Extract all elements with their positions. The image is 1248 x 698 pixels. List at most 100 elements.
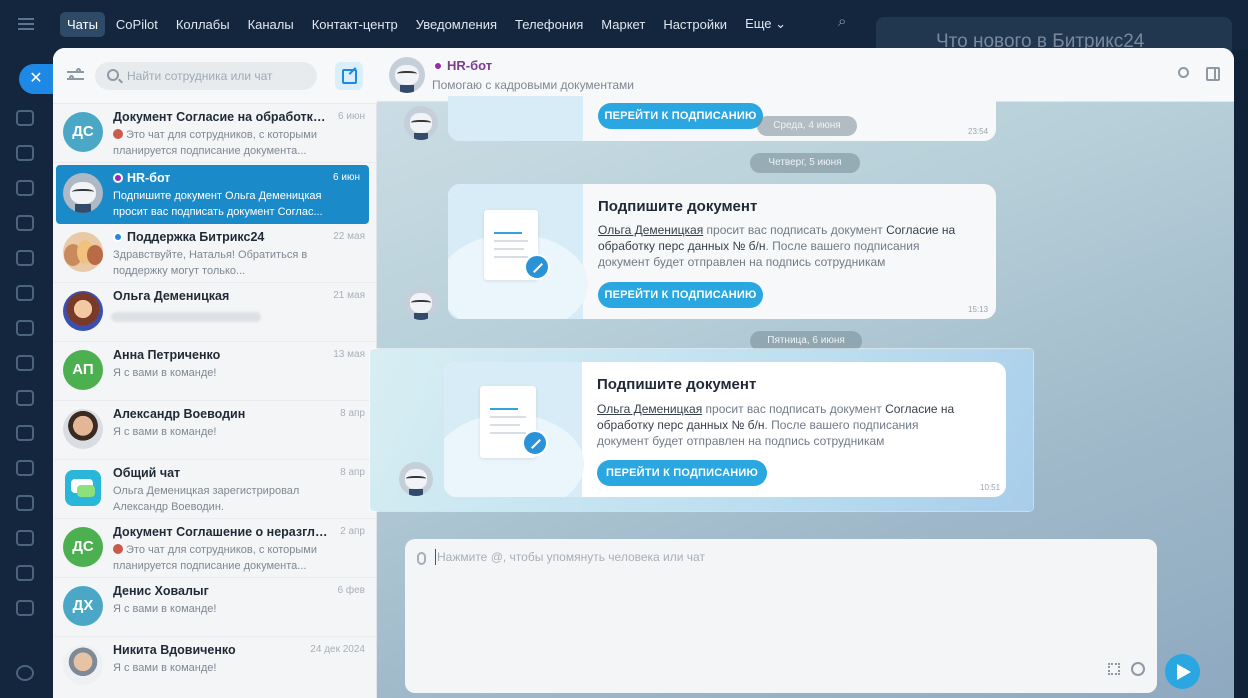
chat-date: 6 июн bbox=[333, 172, 360, 183]
nav-notifications[interactable]: Уведомления bbox=[409, 12, 504, 37]
message-text: Ольга Деменицкая просит вас подписать до… bbox=[597, 401, 972, 449]
chat-name: Денис Ховалыг bbox=[113, 584, 209, 598]
chat-preview: Это чат для сотрудников, с которыми план… bbox=[113, 543, 333, 574]
chat-icon[interactable] bbox=[16, 110, 34, 126]
message-title: Подпишите документ bbox=[598, 198, 758, 215]
messenger-window: Найти сотрудника или чат ДС Документ Сог… bbox=[53, 48, 1234, 698]
sender-avatar bbox=[113, 544, 123, 554]
sign-document-button[interactable]: ПЕРЕЙТИ К ПОДПИСАНИЮ bbox=[598, 103, 763, 129]
chat-name: Александр Воеводин bbox=[113, 407, 246, 421]
paperclip-icon[interactable] bbox=[417, 552, 426, 565]
nav-telephony[interactable]: Телефония bbox=[508, 12, 590, 37]
chat-list-item[interactable]: Никита Вдовиченко 24 дек 2024 Я с вами в… bbox=[53, 637, 377, 696]
cart-icon[interactable] bbox=[16, 600, 34, 616]
feed-icon[interactable] bbox=[16, 180, 34, 196]
chat-list-item-selected[interactable]: HR-бот 6 июн Подпишите документ Ольга Де… bbox=[56, 165, 369, 224]
sign-document-button[interactable]: ПЕРЕЙТИ К ПОДПИСАНИЮ bbox=[598, 282, 763, 308]
nav-copilot[interactable]: CoPilot bbox=[109, 12, 165, 37]
message-input[interactable]: Нажмите @, чтобы упомянуть человека или … bbox=[405, 539, 1157, 693]
message-illustration bbox=[444, 362, 584, 497]
chat-list-item[interactable]: Ольга Деменицкая 21 мая bbox=[53, 283, 377, 342]
company-icon[interactable] bbox=[16, 425, 34, 441]
sign-document-button[interactable]: ПЕРЕЙТИ К ПОДПИСАНИЮ bbox=[597, 460, 767, 486]
sites-icon[interactable] bbox=[16, 530, 34, 546]
message-card: Подпишите документ Ольга Деменицкая прос… bbox=[444, 362, 1006, 497]
chat-name: Поддержка Битрикс24 bbox=[113, 230, 328, 244]
forms-icon[interactable] bbox=[16, 495, 34, 511]
chat-list-item[interactable]: ДХ Денис Ховалыг 6 фев Я с вами в команд… bbox=[53, 578, 377, 637]
message-illustration bbox=[448, 96, 583, 141]
chat-preview-blurred bbox=[111, 312, 261, 322]
chat-search-input[interactable]: Найти сотрудника или чат bbox=[95, 62, 317, 90]
documents-icon[interactable] bbox=[16, 285, 34, 301]
contacts-icon[interactable] bbox=[16, 250, 34, 266]
chat-list-item[interactable]: Общий чат 8 апр Ольга Деменицкая зарегис… bbox=[53, 460, 377, 519]
avatar bbox=[65, 470, 101, 506]
message-text-part: просит вас подписать документ bbox=[702, 402, 886, 416]
chat-avatar[interactable] bbox=[389, 57, 425, 93]
groups-icon[interactable] bbox=[16, 390, 34, 406]
calendar-icon[interactable] bbox=[16, 215, 34, 231]
sidebar-toggle-icon[interactable] bbox=[1206, 67, 1220, 81]
date-divider: Среда, 4 июня bbox=[757, 116, 857, 136]
nav-collabs[interactable]: Коллабы bbox=[169, 12, 237, 37]
filter-icon[interactable] bbox=[67, 68, 84, 83]
bot-avatar bbox=[404, 106, 438, 140]
chat-name: HR-бот bbox=[113, 171, 328, 185]
message-illustration bbox=[448, 184, 588, 319]
crm-icon[interactable] bbox=[16, 320, 34, 336]
avatar bbox=[63, 291, 103, 331]
chat-preview-text: Это чат для сотрудников, с которыми план… bbox=[113, 544, 317, 572]
message-text-part: просит вас подписать документ bbox=[703, 223, 887, 237]
nav-market[interactable]: Маркет bbox=[594, 12, 652, 37]
avatar: ДХ bbox=[63, 586, 103, 626]
person-link[interactable]: Ольга Деменицкая bbox=[597, 402, 702, 416]
chat-name: Документ Соглашение о неразглаш... bbox=[113, 525, 328, 539]
chat-preview: Я с вами в команде! bbox=[113, 367, 217, 379]
nav-settings[interactable]: Настройки bbox=[656, 12, 734, 37]
chat-name: Общий чат bbox=[113, 466, 181, 480]
person-link[interactable]: Ольга Деменицкая bbox=[598, 223, 703, 237]
shop-icon[interactable] bbox=[16, 565, 34, 581]
chat-name: Анна Петриченко bbox=[113, 348, 221, 362]
mail-icon[interactable] bbox=[16, 355, 34, 371]
chat-date: 6 июн bbox=[338, 111, 365, 122]
chat-name-text: Поддержка Битрикс24 bbox=[127, 230, 265, 244]
settings-icon[interactable] bbox=[16, 665, 34, 681]
chat-preview: Ольга Деменицкая зарегистрировал Алексан… bbox=[113, 485, 300, 513]
tasks-icon[interactable] bbox=[16, 145, 34, 161]
search-icon[interactable]: ⌕ bbox=[838, 13, 846, 30]
send-button[interactable] bbox=[1165, 654, 1200, 689]
chat-list-item[interactable]: ДС Документ Соглашение о неразглаш... 2 … bbox=[53, 519, 377, 578]
search-icon[interactable] bbox=[1178, 67, 1189, 78]
chat-title-text: HR-бот bbox=[447, 58, 493, 73]
new-chat-button[interactable] bbox=[335, 62, 363, 90]
nav-chats[interactable]: Чаты bbox=[60, 11, 105, 37]
signature-icon bbox=[524, 254, 550, 280]
menu-icon[interactable] bbox=[18, 18, 34, 30]
chat-date: 8 апр bbox=[340, 408, 365, 419]
emoji-icon[interactable] bbox=[1131, 662, 1145, 676]
chat-preview: Это чат для сотрудников, с которыми план… bbox=[113, 128, 333, 159]
avatar: ДС bbox=[63, 527, 103, 567]
bot-badge-icon bbox=[433, 61, 443, 71]
chat-list-item[interactable]: АП Анна Петриченко 13 мая Я с вами в ком… bbox=[53, 342, 377, 401]
chat-list-item[interactable]: Поддержка Битрикс24 22 мая Здравствуйте,… bbox=[53, 224, 377, 283]
chat-preview: Здравствуйте, Наталья! Обратиться в подд… bbox=[113, 249, 308, 277]
chat-list-item[interactable]: Александр Воеводин 8 апр Я с вами в кома… bbox=[53, 401, 377, 460]
message-input-placeholder: Нажмите @, чтобы упомянуть человека или … bbox=[437, 550, 705, 564]
nav-contact-center[interactable]: Контакт-центр bbox=[305, 12, 405, 37]
nav-more[interactable]: Еще ⌄ bbox=[738, 11, 793, 37]
disk-icon[interactable] bbox=[16, 460, 34, 476]
chat-list-item[interactable]: ДС Документ Согласие на обработку п... 6… bbox=[53, 104, 377, 163]
chat-title[interactable]: HR-бот bbox=[433, 58, 492, 73]
close-messenger-button[interactable]: ✕ bbox=[19, 64, 53, 94]
nav-channels[interactable]: Каналы bbox=[241, 12, 301, 37]
chat-date: 21 мая bbox=[333, 290, 365, 301]
chat-date: 22 мая bbox=[333, 231, 365, 242]
nav-more-label: Еще bbox=[745, 16, 772, 31]
date-divider: Пятница, 6 июня bbox=[750, 331, 862, 351]
apps-icon[interactable] bbox=[1108, 663, 1120, 675]
support-badge-icon bbox=[113, 232, 123, 242]
chat-preview: Я с вами в команде! bbox=[113, 426, 217, 438]
